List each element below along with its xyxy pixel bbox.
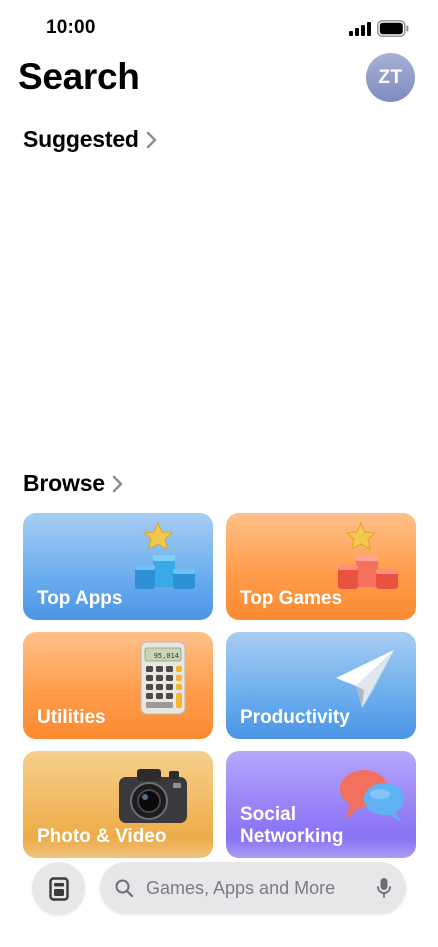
podium-red-icon: [338, 521, 398, 589]
search-input[interactable]: [146, 877, 366, 899]
browse-tile-top-apps[interactable]: Top Apps: [23, 513, 213, 620]
calculator-icon: 95,014: [140, 641, 186, 715]
chevron-right-icon: [112, 475, 123, 492]
today-tab-button[interactable]: [32, 862, 85, 915]
paper-plane-icon: [336, 650, 394, 708]
tile-label: Utilities: [37, 707, 106, 728]
browse-tile-top-games[interactable]: Top Games: [226, 513, 416, 620]
chevron-right-icon: [146, 131, 157, 148]
podium-blue-icon: [135, 521, 195, 589]
browse-tile-productivity[interactable]: Productivity: [226, 632, 416, 739]
camera-icon: [119, 769, 187, 823]
cellular-signal-icon: [349, 22, 371, 36]
tile-label: Productivity: [240, 707, 350, 728]
suggested-section-header[interactable]: Suggested: [23, 126, 157, 153]
tile-label: Top Apps: [37, 588, 123, 609]
browse-tile-utilities[interactable]: 95,014 Utilities: [23, 632, 213, 739]
status-time: 10:00: [46, 17, 96, 38]
battery-icon: [377, 20, 409, 37]
browse-grid: Top Apps Top Games 95,014 Utilities Prod…: [23, 513, 416, 858]
browse-title: Browse: [23, 470, 105, 496]
search-field-container[interactable]: [100, 862, 406, 914]
suggested-title: Suggested: [23, 126, 139, 152]
avatar-initials: ZT: [378, 66, 403, 88]
today-card-icon: [48, 876, 69, 901]
browse-section-header[interactable]: Browse: [23, 470, 123, 497]
microphone-icon[interactable]: [376, 877, 392, 899]
account-avatar[interactable]: ZT: [366, 53, 415, 102]
tile-label: Top Games: [240, 588, 343, 609]
page-title: Search: [18, 56, 140, 97]
calculator-display: 95,014: [154, 652, 179, 660]
search-icon: [115, 879, 134, 898]
status-bar: 10:00: [0, 0, 438, 56]
